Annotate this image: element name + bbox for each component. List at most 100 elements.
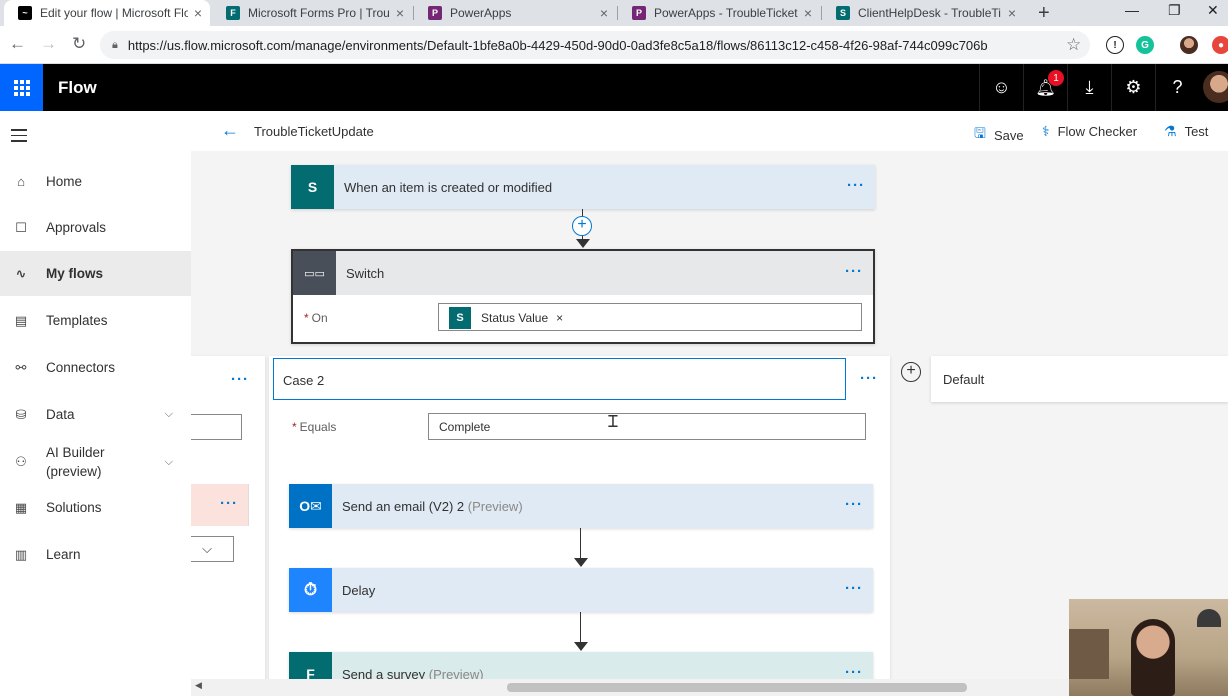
more-options-icon[interactable]: ··· <box>860 370 878 387</box>
minimize-icon[interactable]: — <box>1125 2 1139 18</box>
trigger-card[interactable]: S When an item is created or modified ··… <box>291 165 875 209</box>
help-icon[interactable]: ? <box>1155 64 1199 111</box>
case-1-dropdown[interactable]: ⌵ <box>191 536 234 562</box>
equals-label: * Equals <box>292 420 337 434</box>
arrow-down-icon <box>576 239 590 248</box>
close-tab-icon[interactable]: × <box>600 5 608 21</box>
nav-item-my-flows[interactable]: ∿ My flows <box>0 251 191 296</box>
grammarly-extension-icon[interactable]: G <box>1136 36 1154 54</box>
nav-item-templates[interactable]: ▤ Templates <box>0 298 191 343</box>
nav-item-label: Data <box>46 407 75 422</box>
browser-tab-powerapps[interactable]: P PowerApps × <box>414 0 616 26</box>
default-case-card[interactable]: Default <box>931 356 1228 402</box>
sharepoint-token-icon: S <box>449 307 471 329</box>
nav-item-home[interactable]: ⌂ Home <box>0 159 191 204</box>
chevron-down-icon[interactable]: ⌵ <box>165 456 173 469</box>
chevron-down-icon[interactable]: ⌵ <box>165 408 173 421</box>
download-icon[interactable]: ⤓ <box>1067 64 1111 111</box>
nav-item-label: Learn <box>46 547 81 562</box>
scroll-left-icon[interactable]: ◀ <box>195 680 202 691</box>
flow-designer-canvas: ← TroubleTicketUpdate 🖫︎ Save ⚕ Flow Che… <box>191 111 1228 679</box>
nav-item-solutions[interactable]: ▦ Solutions <box>0 485 191 530</box>
tab-label: PowerApps <box>450 6 512 20</box>
close-window-icon[interactable]: ✕ <box>1207 2 1219 19</box>
user-avatar[interactable] <box>1203 71 1228 103</box>
nav-item-label: Approvals <box>46 220 107 235</box>
case-2-title: Case 2 <box>283 373 325 388</box>
close-tab-icon[interactable]: × <box>396 5 404 21</box>
address-bar[interactable]: 🔒︎ https://us.flow.microsoft.com/manage/… <box>100 31 1090 59</box>
profile-avatar-icon[interactable] <box>1180 36 1198 54</box>
browser-tab-helpdesk[interactable]: S ClientHelpDesk - TroubleTi × <box>822 0 1024 26</box>
nav-item-data[interactable]: ⛁ Data ⌵ <box>0 392 191 437</box>
approvals-icon: ☐ <box>15 219 27 235</box>
close-tab-icon[interactable]: × <box>1008 5 1016 21</box>
nav-item-label: Home <box>46 174 83 189</box>
connector-line <box>580 612 581 644</box>
browser-tab-flow[interactable]: ~ Edit your flow | Microsoft Flow × <box>4 0 210 26</box>
waffle-icon <box>13 79 30 96</box>
new-tab-button[interactable]: + <box>1038 2 1050 25</box>
save-button[interactable]: 🖫︎ Save <box>974 123 1024 147</box>
nav-item-ai-builder[interactable]: ⚇ AI Builder (preview) ⌵ <box>0 439 191 485</box>
case-2-equals-input[interactable]: Complete Ꮖ <box>428 413 866 440</box>
send-email-action-card[interactable]: O✉ Send an email (V2) 2 (Preview) ··· <box>289 484 873 528</box>
nav-item-approvals[interactable]: ☐ Approvals <box>0 205 191 250</box>
action-title: Delay <box>342 582 376 598</box>
browser-tab-powerapps-tickets[interactable]: P PowerApps - TroubleTickets × <box>618 0 820 26</box>
more-options-icon[interactable]: ··· <box>845 580 863 597</box>
nav-item-learn[interactable]: ▥ Learn <box>0 532 191 577</box>
flow-checker-button[interactable]: ⚕ Flow Checker <box>1042 123 1137 140</box>
reload-icon[interactable]: ↻ <box>72 34 86 54</box>
nav-item-label: My flows <box>46 266 104 281</box>
restore-icon[interactable]: ❐ <box>1168 2 1181 19</box>
insert-step-plus-icon[interactable]: + <box>572 216 592 236</box>
switch-card[interactable]: ▭▭ Switch ··· * On S Status Value × <box>291 249 875 344</box>
bookmark-star-icon[interactable]: ☆ <box>1066 35 1081 55</box>
delay-action-card[interactable]: ⏱︎ Delay ··· <box>289 568 873 612</box>
feedback-smiley-icon[interactable]: ☺ <box>979 64 1023 111</box>
more-options-icon[interactable]: ··· <box>845 496 863 513</box>
notifications-bell-icon[interactable]: 🔔︎ 1 <box>1023 64 1067 111</box>
app-launcher-button[interactable] <box>0 64 43 111</box>
settings-gear-icon[interactable]: ⚙ <box>1111 64 1155 111</box>
more-options-icon[interactable]: ··· <box>845 664 863 679</box>
sharepoint-favicon-icon: S <box>836 6 850 20</box>
back-arrow-icon[interactable]: ← <box>221 120 239 141</box>
flask-icon: ⚗ <box>1164 123 1177 139</box>
more-options-icon[interactable]: ··· <box>845 263 863 280</box>
forward-icon[interactable]: → <box>40 34 57 54</box>
add-case-plus-icon[interactable]: + <box>901 362 921 382</box>
save-icon: 🖫︎ <box>974 125 986 141</box>
test-label: Test <box>1184 124 1209 139</box>
case-2-title-box[interactable]: Case 2 <box>273 358 846 400</box>
nav-item-connectors[interactable]: ⚯ Connectors <box>0 345 191 390</box>
hamburger-menu-icon[interactable] <box>11 129 27 146</box>
send-survey-action-card[interactable]: F Send a survey (Preview) ··· <box>289 652 873 679</box>
save-label: Save <box>993 127 1024 143</box>
nav-item-label: Solutions <box>46 500 102 515</box>
case-2-container: Case 2 ··· * Equals Complete Ꮖ O✉ Send an… <box>269 356 890 679</box>
webcam-video-overlay <box>1069 599 1228 696</box>
remove-token-icon[interactable]: × <box>556 311 563 325</box>
back-icon[interactable]: ← <box>9 34 26 54</box>
case-1-equals-input[interactable] <box>191 414 242 440</box>
arrow-down-icon <box>574 642 588 651</box>
token-label: Status Value <box>481 311 549 325</box>
switch-on-input[interactable]: S Status Value × <box>438 303 862 331</box>
more-options-icon[interactable]: ··· <box>231 371 249 388</box>
more-options-icon[interactable]: ··· <box>847 177 865 194</box>
chevron-down-icon: ⌵ <box>202 541 212 556</box>
test-button[interactable]: ⚗ Test <box>1164 123 1208 140</box>
status-value-token[interactable]: S Status Value × <box>449 307 564 329</box>
case-1-container: ··· ··· ⌵ <box>191 356 265 679</box>
extension-red-icon[interactable]: ● <box>1212 36 1228 54</box>
extension-info-icon[interactable]: ! <box>1106 36 1124 54</box>
more-options-icon[interactable]: ··· <box>220 495 238 512</box>
scrollbar-thumb[interactable] <box>507 683 967 692</box>
case-1-action-card[interactable]: ··· <box>191 484 249 526</box>
browser-tab-forms[interactable]: F Microsoft Forms Pro | Trouble × <box>212 0 412 26</box>
close-tab-icon[interactable]: × <box>804 5 812 21</box>
close-tab-icon[interactable]: × <box>194 5 202 21</box>
left-nav: ⌂ Home ☐ Approvals ∿ My flows ▤ Template… <box>0 111 191 696</box>
